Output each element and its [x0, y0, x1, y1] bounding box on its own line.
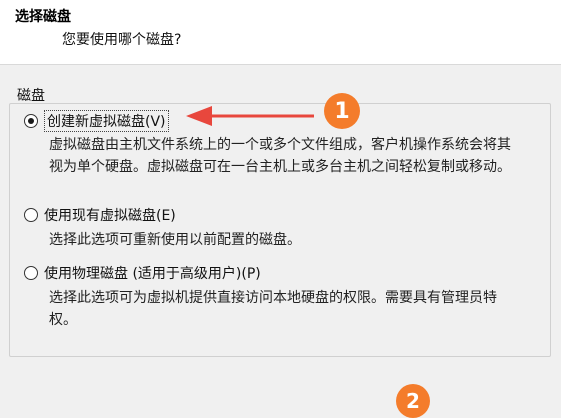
disk-group-label: 磁盘 [17, 88, 45, 104]
radio-button[interactable] [24, 208, 38, 222]
page-subtitle: 您要使用哪个磁盘? [62, 32, 182, 48]
radio-create-new-virtual-disk[interactable]: 创建新虚拟磁盘(V) [24, 110, 169, 132]
description-line: 虚拟磁盘由主机文件系统上的一个或多个文件组成，客户机操作系统会将其 [49, 137, 511, 153]
description-line: 视为单个硬盘。虚拟磁盘可在一台主机上或多台主机之间轻松复制或移动。 [49, 159, 511, 175]
option-label-create-new[interactable]: 创建新虚拟磁盘(V) [44, 110, 169, 132]
option-description-use-physical: 选择此选项可为虚拟机提供直接访问本地硬盘的权限。需要具有管理员特 权。 [49, 287, 549, 331]
radio-button[interactable] [24, 266, 38, 280]
annotation-badge-2: 2 [396, 384, 430, 418]
radio-button-checked[interactable] [24, 114, 38, 128]
option-description-create-new: 虚拟磁盘由主机文件系统上的一个或多个文件组成，客户机操作系统会将其 视为单个硬盘… [49, 134, 549, 178]
description-line: 权。 [49, 312, 77, 328]
radio-use-existing-virtual-disk[interactable]: 使用现有虚拟磁盘(E) [24, 205, 176, 225]
option-label-use-physical[interactable]: 使用物理磁盘 (适用于高级用户)(P) [44, 263, 261, 283]
radio-use-physical-disk[interactable]: 使用物理磁盘 (适用于高级用户)(P) [24, 263, 261, 283]
description-line: 选择此选项可重新使用以前配置的磁盘。 [49, 232, 301, 248]
page-title: 选择磁盘 [15, 9, 71, 25]
wizard-header: 选择磁盘 您要使用哪个磁盘? [0, 0, 561, 65]
option-label-use-existing[interactable]: 使用现有虚拟磁盘(E) [44, 205, 176, 225]
annotation-arrow-icon [186, 106, 314, 126]
description-line: 选择此选项可为虚拟机提供直接访问本地硬盘的权限。需要具有管理员特 [49, 290, 497, 306]
annotation-badge-1: 1 [324, 93, 360, 129]
option-description-use-existing: 选择此选项可重新使用以前配置的磁盘。 [49, 229, 549, 251]
